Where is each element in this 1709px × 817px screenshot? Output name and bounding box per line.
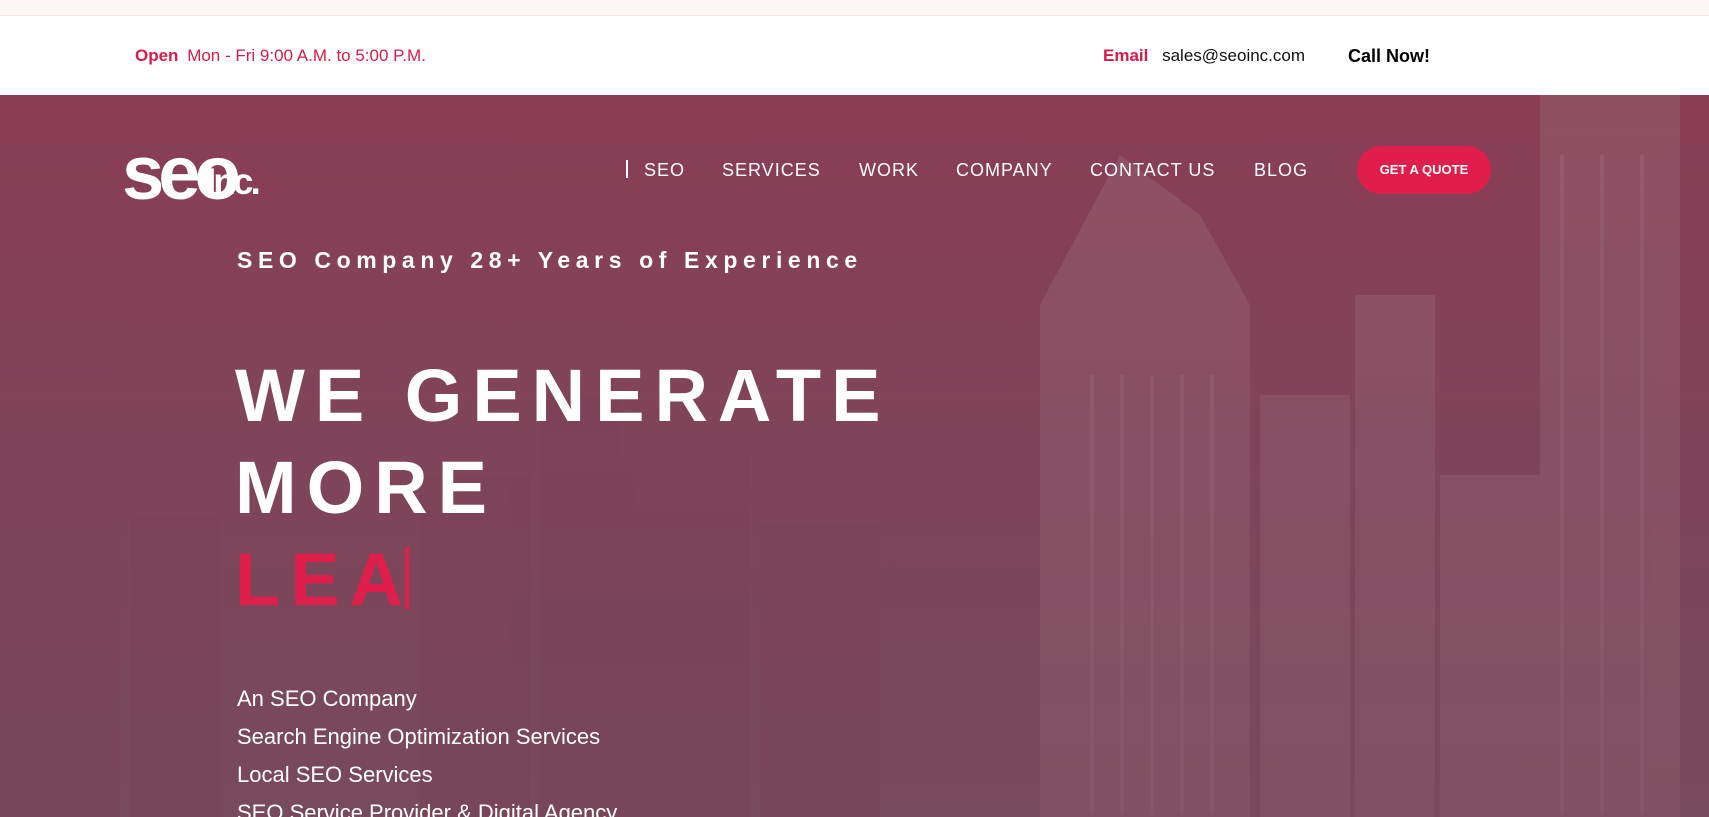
nav-divider-icon [626,160,628,178]
headline-line-2: MORE [235,446,497,529]
nav-item-work[interactable]: WORK [859,160,919,181]
service-item[interactable]: An SEO Company [237,680,617,718]
top-strip [0,0,1709,16]
headline-line-1: WE GENERATE [235,354,891,437]
call-now-link[interactable]: Call Now! [1348,46,1430,67]
hero-section: seo Inc. SEO SERVICES WORK COMPANY CONTA… [0,95,1709,817]
nav-item-blog[interactable]: BLOG [1254,160,1308,181]
get-a-quote-button[interactable]: GET A QUOTE [1357,146,1491,194]
info-bar: Open Mon - Fri 9:00 A.M. to 5:00 P.M. Em… [0,16,1709,95]
service-item[interactable]: Search Engine Optimization Services [237,718,617,756]
email-info: Email sales@seoinc.com [1103,46,1305,66]
logo-suffix-text: Inc. [206,161,261,202]
service-item[interactable]: Local SEO Services [237,756,617,794]
email-link[interactable]: sales@seoinc.com [1162,46,1305,65]
page: Open Mon - Fri 9:00 A.M. to 5:00 P.M. Em… [0,0,1709,817]
open-label: Open [135,46,179,65]
service-item[interactable]: SEO Service Provider & Digital Agency [237,794,617,817]
nav-item-company[interactable]: COMPANY [956,160,1053,181]
hours-text: Mon - Fri 9:00 A.M. to 5:00 P.M. [187,46,426,65]
hero-tagline: SEO Company 28+ Years of Experience [237,247,863,273]
nav-item-seo[interactable]: SEO [644,160,685,181]
opening-hours: Open Mon - Fri 9:00 A.M. to 5:00 P.M. [135,46,426,66]
services-list: An SEO Company Search Engine Optimizatio… [237,680,617,817]
hero-headline: WE GENERATE MORE LEA [235,350,890,626]
email-label: Email [1103,46,1149,65]
nav-item-contact-us[interactable]: CONTACT US [1090,160,1215,181]
headline-typed-word: LEA [235,538,413,621]
nav-item-services[interactable]: SERVICES [722,160,821,181]
